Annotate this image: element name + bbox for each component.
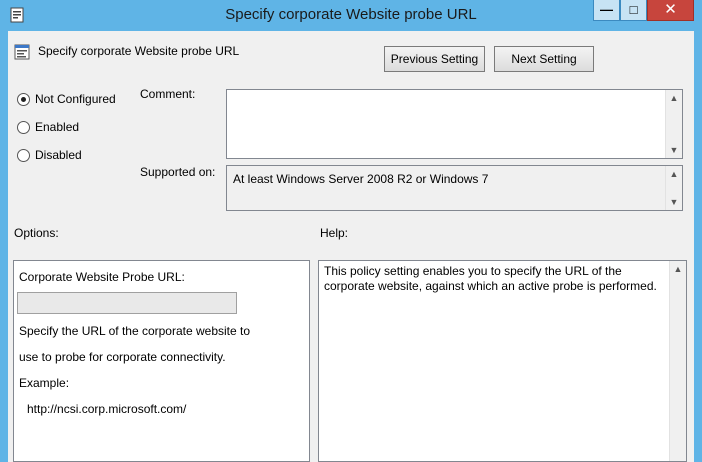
radio-label: Enabled bbox=[35, 120, 80, 134]
next-setting-button[interactable]: Next Setting bbox=[494, 46, 594, 72]
help-pane: This policy setting enables you to speci… bbox=[318, 260, 687, 462]
options-label: Options: bbox=[14, 226, 59, 240]
option-description-line-2: use to probe for corporate connectivity. bbox=[19, 350, 226, 364]
radio-not-configured[interactable]: Not Configured bbox=[17, 91, 116, 107]
scroll-up-icon[interactable]: ▲ bbox=[666, 90, 682, 106]
example-label: Example: bbox=[19, 376, 70, 390]
radio-button-checked[interactable] bbox=[17, 92, 30, 106]
help-scrollbar[interactable]: ▲ bbox=[669, 261, 686, 461]
policy-setting-window: Specify corporate Website probe URL — □ … bbox=[0, 0, 702, 462]
scroll-down-icon[interactable]: ▼ bbox=[666, 142, 682, 158]
scroll-up-icon[interactable]: ▲ bbox=[666, 166, 682, 182]
option-description-line-1: Specify the URL of the corporate website… bbox=[19, 324, 251, 338]
radio-label: Disabled bbox=[35, 148, 82, 162]
setting-icon bbox=[14, 44, 30, 60]
dialog-client-area: Specify corporate Website probe URL Prev… bbox=[8, 31, 694, 462]
comment-textarea[interactable]: ▲ ▼ bbox=[226, 89, 683, 159]
supported-on-label: Supported on: bbox=[140, 165, 216, 179]
radio-label: Not Configured bbox=[35, 92, 116, 106]
radio-button[interactable] bbox=[17, 120, 30, 134]
maximize-icon: □ bbox=[629, 2, 638, 17]
comment-scrollbar[interactable]: ▲ ▼ bbox=[665, 90, 682, 158]
title-bar[interactable]: Specify corporate Website probe URL — □ … bbox=[0, 0, 702, 31]
radio-button[interactable] bbox=[17, 148, 30, 162]
comment-label: Comment: bbox=[140, 87, 196, 101]
supported-on-value: At least Windows Server 2008 R2 or Windo… bbox=[233, 172, 489, 186]
close-icon: ✕ bbox=[664, 1, 677, 18]
help-text: This policy setting enables you to speci… bbox=[324, 264, 657, 293]
help-label: Help: bbox=[320, 226, 349, 240]
maximize-button[interactable]: □ bbox=[620, 0, 647, 21]
minimize-icon: — bbox=[600, 2, 613, 17]
previous-setting-button[interactable]: Previous Setting bbox=[384, 46, 485, 72]
setting-name: Specify corporate Website probe URL bbox=[38, 44, 240, 58]
radio-disabled[interactable]: Disabled bbox=[17, 147, 82, 163]
supported-on-box: At least Windows Server 2008 R2 or Windo… bbox=[226, 165, 683, 211]
supported-scrollbar[interactable]: ▲ ▼ bbox=[665, 166, 682, 210]
example-url: http://ncsi.corp.microsoft.com/ bbox=[27, 402, 187, 416]
close-button[interactable]: ✕ bbox=[647, 0, 694, 21]
minimize-button[interactable]: — bbox=[593, 0, 620, 21]
probe-url-input[interactable] bbox=[17, 292, 237, 314]
scroll-down-icon[interactable]: ▼ bbox=[666, 194, 682, 210]
radio-enabled[interactable]: Enabled bbox=[17, 119, 79, 135]
options-pane: Corporate Website Probe URL: Specify the… bbox=[13, 260, 310, 462]
probe-url-label: Corporate Website Probe URL: bbox=[19, 270, 185, 284]
scroll-up-icon[interactable]: ▲ bbox=[670, 261, 686, 277]
